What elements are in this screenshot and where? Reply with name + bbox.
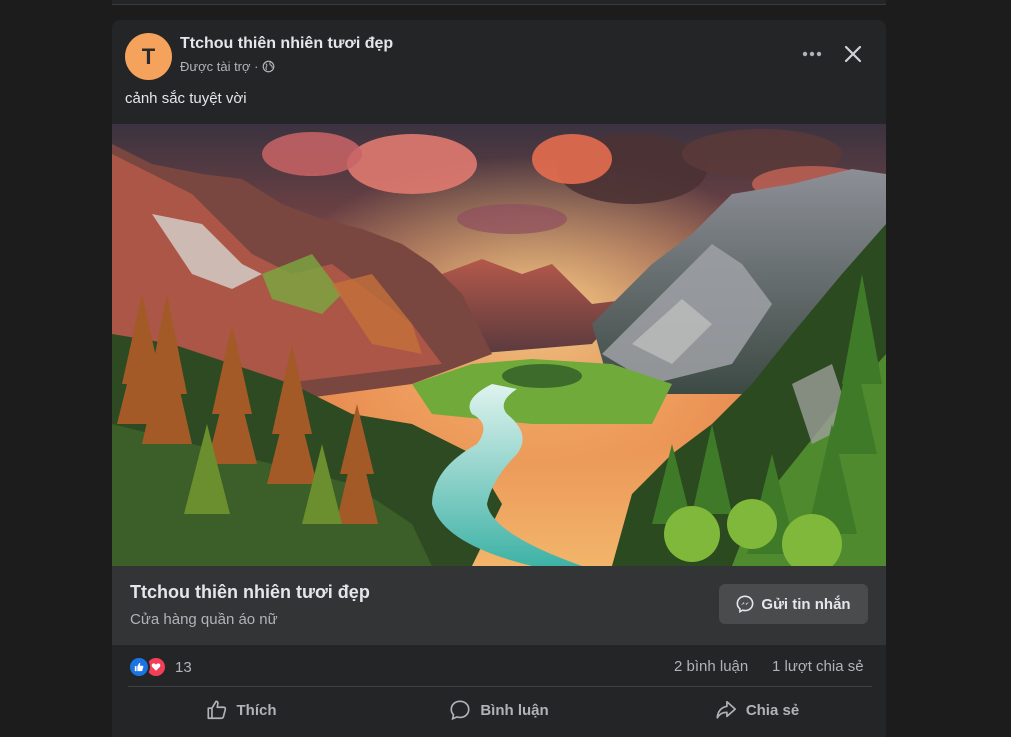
globe-icon (263, 60, 275, 73)
share-icon (716, 700, 736, 719)
hide-post-button[interactable] (836, 38, 870, 70)
call-to-action-bar: Ttchou thiên nhiên tươi đẹp Cửa hàng quầ… (112, 566, 886, 645)
stats-divider (128, 686, 872, 687)
comment-label: Bình luận (480, 701, 549, 719)
reactions-summary[interactable]: 13 (128, 656, 192, 678)
close-icon (844, 45, 862, 63)
post-meta: Được tài trợ · (180, 59, 275, 74)
cta-title[interactable]: Ttchou thiên nhiên tươi đẹp (130, 582, 370, 603)
previous-post-edge (112, 0, 886, 5)
page-name[interactable]: Ttchou thiên nhiên tươi đẹp (180, 35, 393, 53)
avatar[interactable]: T (125, 33, 172, 80)
like-label: Thích (236, 701, 277, 719)
like-icon (128, 656, 150, 678)
post-caption: cảnh sắc tuyệt vời (125, 90, 247, 107)
reaction-count: 13 (175, 658, 192, 676)
messenger-icon (736, 595, 754, 613)
more-icon (802, 51, 822, 57)
comment-icon (450, 700, 470, 721)
post-actions: Thích Bình luận Chia sẻ (112, 688, 886, 732)
post-header: T Ttchou thiên nhiên tươi đẹp Được tài t… (112, 20, 886, 92)
sponsored-label[interactable]: Được tài trợ · (180, 59, 258, 74)
share-label: Chia sẻ (745, 701, 800, 719)
thumbs-up-icon (206, 700, 226, 720)
sponsored-post: T Ttchou thiên nhiên tươi đẹp Được tài t… (112, 20, 886, 737)
comments-count[interactable]: 2 bình luận (674, 658, 748, 675)
comment-button[interactable]: Bình luận (379, 690, 619, 730)
engagement-stats: 13 2 bình luận 1 lượt chia sẻ (112, 645, 886, 687)
cta-subtitle: Cửa hàng quần áo nữ (130, 611, 278, 628)
shares-count[interactable]: 1 lượt chia sẻ (772, 658, 864, 675)
share-button[interactable]: Chia sẻ (637, 690, 877, 730)
post-landscape-image[interactable] (112, 124, 886, 566)
send-message-label: Gửi tin nhắn (761, 595, 851, 613)
send-message-button[interactable]: Gửi tin nhắn (719, 584, 868, 624)
more-options-button[interactable] (795, 38, 829, 70)
like-button[interactable]: Thích (121, 690, 361, 730)
